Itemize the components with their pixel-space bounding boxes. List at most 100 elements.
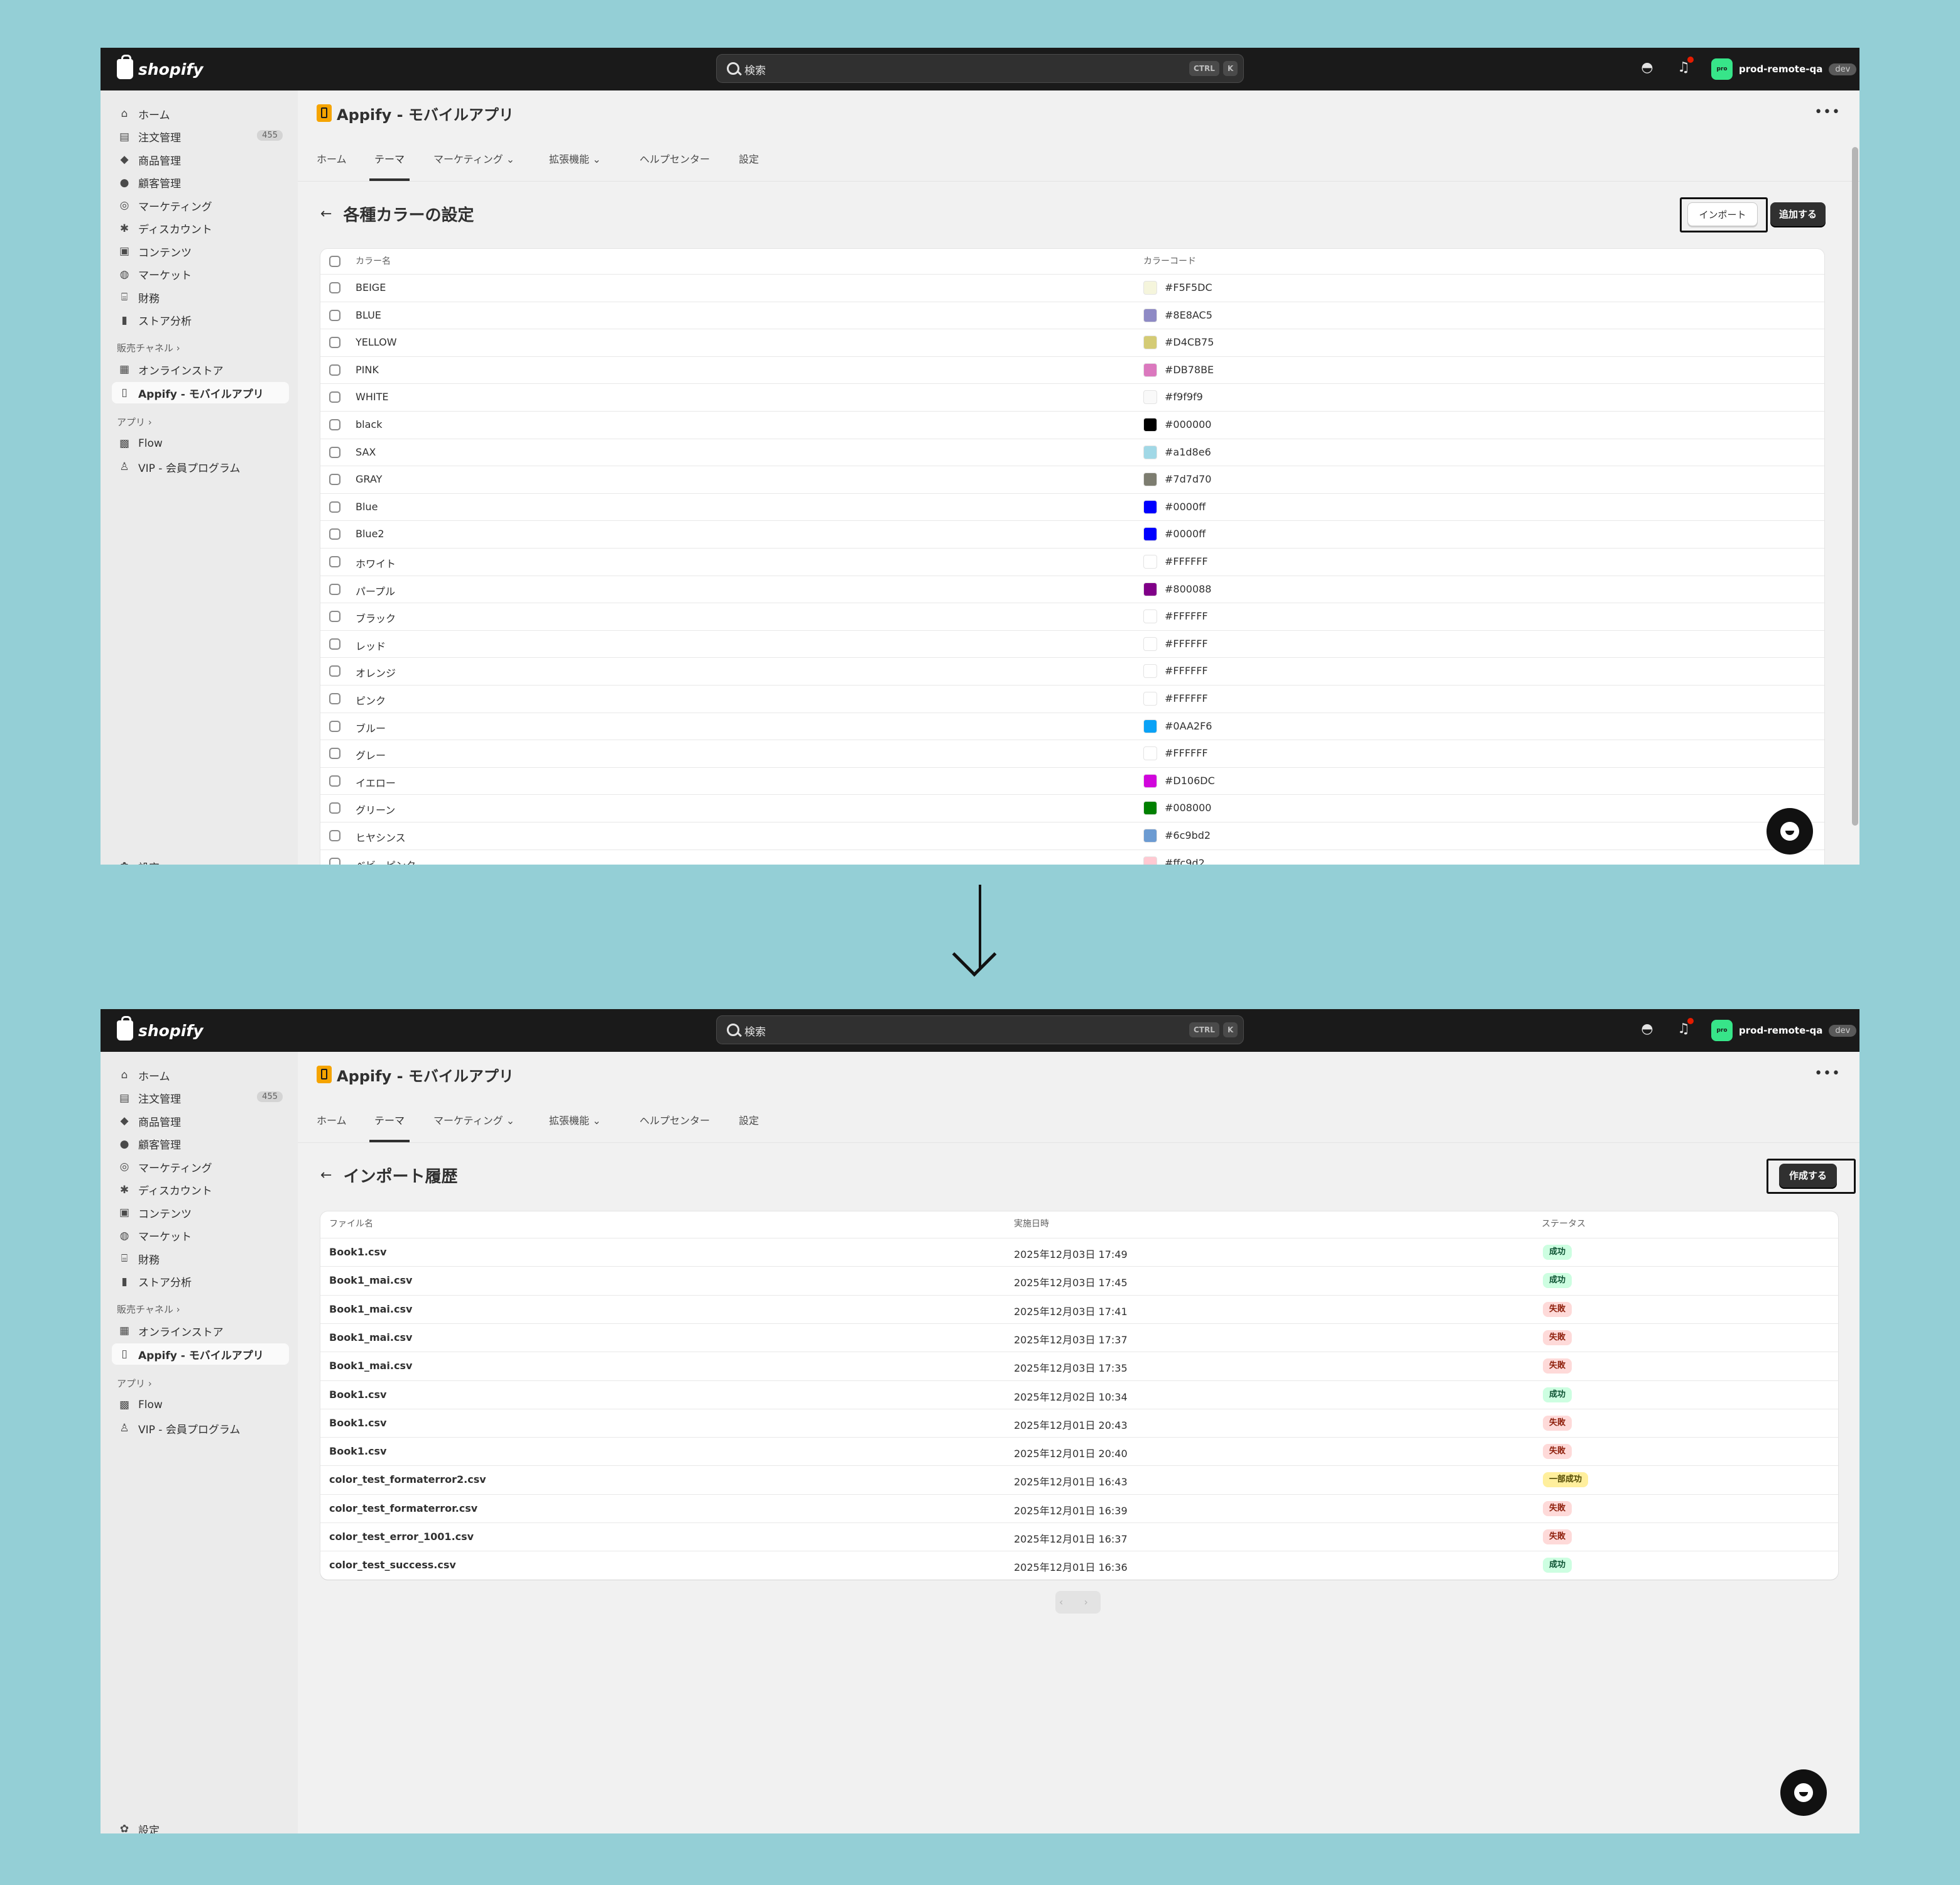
table-row[interactable]: Book1.csv 2025年12月01日 20:40 失敗: [320, 1437, 1838, 1466]
pagination[interactable]: ‹ ›: [1055, 1591, 1101, 1614]
table-row[interactable]: color_test_success.csv 2025年12月01日 16:36 成…: [320, 1551, 1838, 1580]
row-checkbox[interactable]: [329, 282, 340, 293]
row-checkbox[interactable]: [329, 638, 340, 650]
store-menu[interactable]: pro prod-remote-qa dev: [1711, 57, 1857, 82]
tab-1[interactable]: テーマ: [369, 1100, 410, 1142]
table-row[interactable]: color_test_formaterror2.csv 2025年12月01日 1…: [320, 1465, 1838, 1494]
sidebar-item-settings[interactable]: ✿ 設定: [112, 1818, 289, 1833]
shopify-logo[interactable]: shopify: [117, 1016, 204, 1043]
table-row[interactable]: black #000000: [320, 411, 1824, 439]
row-checkbox[interactable]: [329, 583, 340, 595]
table-row[interactable]: Book1_mai.csv 2025年12月03日 17:37 失敗: [320, 1323, 1838, 1352]
table-row[interactable]: Book1.csv 2025年12月03日 17:49 成功: [320, 1238, 1838, 1267]
sidebar-item-globe[interactable]: ◍ マーケット: [112, 1225, 289, 1247]
row-checkbox[interactable]: [329, 556, 340, 567]
sidebar-item-chart[interactable]: ▮ ストア分析: [112, 310, 289, 331]
table-row[interactable]: Book1.csv 2025年12月02日 10:34 成功: [320, 1380, 1838, 1409]
sidebar-item-person[interactable]: ● 顧客管理: [112, 1134, 289, 1155]
shopify-logo[interactable]: shopify: [117, 55, 204, 82]
sidebar-item-settings[interactable]: ✿ 設定: [112, 856, 289, 865]
import-button[interactable]: インポート: [1687, 202, 1758, 226]
row-checkbox[interactable]: [329, 857, 340, 865]
sidebar-item-target[interactable]: ◎ マーケティング: [112, 1156, 289, 1177]
table-row[interactable]: Blue2 #0000ff: [320, 520, 1824, 548]
sidebar-item-tag[interactable]: ◆ 商品管理: [112, 149, 289, 170]
sidekick-icon[interactable]: ◓: [1640, 60, 1655, 75]
table-row[interactable]: ベビーピンク #ffc9d2: [320, 849, 1824, 865]
table-row[interactable]: グレー #FFFFFF: [320, 740, 1824, 767]
row-checkbox[interactable]: [329, 474, 340, 486]
sidebar-channel-mobile[interactable]: ▯ Appify - モバイルアプリ: [112, 1343, 289, 1365]
tab-3[interactable]: 拡張機能 ⌄: [549, 1100, 601, 1142]
table-row[interactable]: パープル #800088: [320, 575, 1824, 603]
table-row[interactable]: YELLOW #D4CB75: [320, 329, 1824, 356]
tab-2[interactable]: マーケティング ⌄: [433, 138, 514, 181]
sidebar-item-discount[interactable]: ✱ ディスカウント: [112, 218, 289, 239]
table-row[interactable]: GRAY #7d7d70: [320, 466, 1824, 493]
chat-bubble-icon[interactable]: [1780, 1769, 1827, 1816]
table-row[interactable]: BEIGE #F5F5DC: [320, 274, 1824, 302]
row-checkbox[interactable]: [329, 309, 340, 321]
sidebar-item-globe[interactable]: ◍ マーケット: [112, 264, 289, 285]
table-row[interactable]: ピンク #FFFFFF: [320, 685, 1824, 713]
chat-bubble-icon[interactable]: [1767, 808, 1813, 855]
row-checkbox[interactable]: [329, 830, 340, 841]
tab-4[interactable]: ヘルプセンター: [640, 138, 710, 181]
table-row[interactable]: イエロー #D106DC: [320, 767, 1824, 795]
sidebar-item-image[interactable]: ▣ コンテンツ: [112, 1202, 289, 1223]
search-bar[interactable]: 検索 CTRL K: [716, 54, 1244, 83]
table-row[interactable]: レッド #FFFFFF: [320, 630, 1824, 658]
sidebar-channel-store[interactable]: ▦ オンラインストア: [112, 1320, 289, 1341]
row-checkbox[interactable]: [329, 665, 340, 677]
search-bar[interactable]: 検索 CTRL K: [716, 1015, 1244, 1044]
tab-4[interactable]: ヘルプセンター: [640, 1100, 710, 1142]
create-button[interactable]: 作成する: [1779, 1164, 1837, 1188]
sidebar-item-target[interactable]: ◎ マーケティング: [112, 195, 289, 216]
table-row[interactable]: SAX #a1d8e6: [320, 438, 1824, 466]
tab-3[interactable]: 拡張機能 ⌄: [549, 138, 601, 181]
row-checkbox[interactable]: [329, 337, 340, 349]
sidebar-item-home[interactable]: ⌂ ホーム: [112, 103, 289, 124]
more-actions-icon[interactable]: •••: [1814, 104, 1841, 120]
sidebar-item-tag[interactable]: ◆ 商品管理: [112, 1110, 289, 1132]
table-row[interactable]: Book1_mai.csv 2025年12月03日 17:41 失敗: [320, 1294, 1838, 1324]
row-checkbox[interactable]: [329, 802, 340, 814]
row-checkbox[interactable]: [329, 419, 340, 430]
table-row[interactable]: BLUE #8E8AC5: [320, 301, 1824, 329]
table-row[interactable]: ブラック #FFFFFF: [320, 603, 1824, 630]
tab-0[interactable]: ホーム: [317, 138, 347, 181]
sales-channels-heading[interactable]: 販売チャネル ›: [117, 1303, 180, 1316]
table-row[interactable]: ホワイト #FFFFFF: [320, 548, 1824, 576]
select-all-checkbox[interactable]: [329, 256, 340, 267]
row-checkbox[interactable]: [329, 775, 340, 787]
sales-channels-heading[interactable]: 販売チャネル ›: [117, 341, 180, 354]
tab-2[interactable]: マーケティング ⌄: [433, 1100, 514, 1142]
table-row[interactable]: color_test_error_1001.csv 2025年12月01日 16:…: [320, 1522, 1838, 1551]
row-checkbox[interactable]: [329, 748, 340, 760]
bell-icon[interactable]: ♫: [1676, 1018, 1694, 1037]
store-menu[interactable]: pro prod-remote-qa dev: [1711, 1018, 1857, 1043]
table-row[interactable]: WHITE #f9f9f9: [320, 383, 1824, 411]
page-scrollbar[interactable]: [1852, 147, 1858, 826]
row-checkbox[interactable]: [329, 391, 340, 403]
sidebar-item-inbox[interactable]: ▤ 注文管理 455: [112, 1088, 289, 1109]
sidekick-icon[interactable]: ◓: [1640, 1022, 1655, 1037]
row-checkbox[interactable]: [329, 446, 340, 458]
sidebar-item-home[interactable]: ⌂ ホーム: [112, 1064, 289, 1086]
table-row[interactable]: Book1.csv 2025年12月01日 20:43 失敗: [320, 1408, 1838, 1438]
table-row[interactable]: Book1_mai.csv 2025年12月03日 17:45 成功: [320, 1266, 1838, 1295]
table-row[interactable]: ヒヤシンス #6c9bd2: [320, 822, 1824, 850]
tab-0[interactable]: ホーム: [317, 1100, 347, 1142]
table-row[interactable]: color_test_formaterror.csv 2025年12月01日 16…: [320, 1494, 1838, 1523]
sidebar-item-image[interactable]: ▣ コンテンツ: [112, 241, 289, 262]
bell-icon[interactable]: ♫: [1676, 57, 1694, 75]
sidebar-app-flow[interactable]: ▩ Flow: [112, 433, 289, 454]
tab-1[interactable]: テーマ: [369, 138, 410, 181]
row-checkbox[interactable]: [329, 364, 340, 376]
table-row[interactable]: Blue #0000ff: [320, 493, 1824, 521]
sidebar-app-award[interactable]: ♙ VIP - 会員プログラム: [112, 1418, 289, 1439]
sidebar-item-inbox[interactable]: ▤ 注文管理 455: [112, 126, 289, 148]
sidebar-app-flow[interactable]: ▩ Flow: [112, 1394, 289, 1416]
apps-heading[interactable]: アプリ ›: [117, 1377, 152, 1390]
row-checkbox[interactable]: [329, 528, 340, 540]
